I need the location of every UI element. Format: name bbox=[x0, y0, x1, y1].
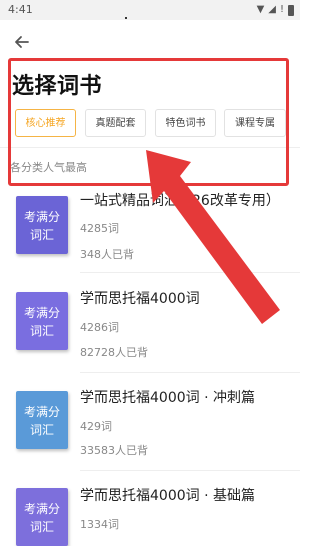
book-title: 一站式精品词汇（26改革专用） bbox=[80, 193, 280, 209]
book-title: 学而思托福4000词 bbox=[80, 291, 200, 307]
cover-text-line2: 词汇 bbox=[29, 423, 54, 437]
cover-text-line2: 词汇 bbox=[29, 228, 54, 242]
row-divider bbox=[80, 272, 300, 273]
section-subtitle: 各分类人气最高 bbox=[10, 161, 87, 174]
tabs-divider bbox=[0, 147, 300, 148]
book-cover: 考满分 词汇 bbox=[16, 488, 68, 546]
book-word-count: 429词 bbox=[80, 420, 112, 433]
status-bar: 4:41 ▼ ◢ ! bbox=[0, 0, 300, 20]
book-word-count: 4286词 bbox=[80, 321, 119, 334]
row-divider bbox=[80, 372, 300, 373]
row-divider bbox=[80, 470, 300, 471]
book-word-count: 4285词 bbox=[80, 222, 119, 235]
book-user-count: 348人已背 bbox=[80, 248, 134, 261]
page-title: 选择词书 bbox=[12, 74, 103, 99]
cover-text-line2: 词汇 bbox=[29, 324, 54, 338]
book-cover: 考满分 词汇 bbox=[16, 292, 68, 350]
tab-core-recommend[interactable]: 核心推荐 bbox=[15, 109, 76, 137]
signal-icon: ◢ bbox=[268, 4, 276, 15]
alert-indicator: ! bbox=[279, 4, 284, 15]
book-title: 学而思托福4000词 · 冲刺篇 bbox=[80, 390, 255, 406]
tab-exam-matched[interactable]: 真题配套 bbox=[85, 109, 146, 137]
cover-text-line1: 考满分 bbox=[23, 502, 60, 516]
back-arrow-icon[interactable] bbox=[12, 32, 32, 52]
book-cover: 考满分 词汇 bbox=[16, 391, 68, 449]
book-word-count: 1334词 bbox=[80, 518, 119, 531]
book-user-count: 33583人已背 bbox=[80, 444, 148, 457]
status-icons: ▼ ◢ ! bbox=[257, 4, 294, 16]
book-user-count: 82728人已背 bbox=[80, 346, 148, 359]
camera-dot bbox=[125, 17, 127, 19]
cover-text-line1: 考满分 bbox=[23, 405, 60, 419]
book-cover: 考满分 词汇 bbox=[16, 196, 68, 254]
battery-icon bbox=[288, 4, 294, 16]
tab-featured-books[interactable]: 特色词书 bbox=[155, 109, 216, 137]
status-time: 4:41 bbox=[8, 3, 33, 16]
cover-text-line1: 考满分 bbox=[23, 210, 60, 224]
tab-course-exclusive[interactable]: 课程专属 bbox=[224, 109, 286, 137]
wifi-icon: ▼ bbox=[256, 4, 265, 15]
cover-text-line2: 词汇 bbox=[29, 520, 54, 534]
category-tabs: 核心推荐 真题配套 特色词书 课程专属 bbox=[15, 109, 300, 137]
cover-text-line1: 考满分 bbox=[23, 306, 60, 320]
book-title: 学而思托福4000词 · 基础篇 bbox=[80, 488, 255, 504]
